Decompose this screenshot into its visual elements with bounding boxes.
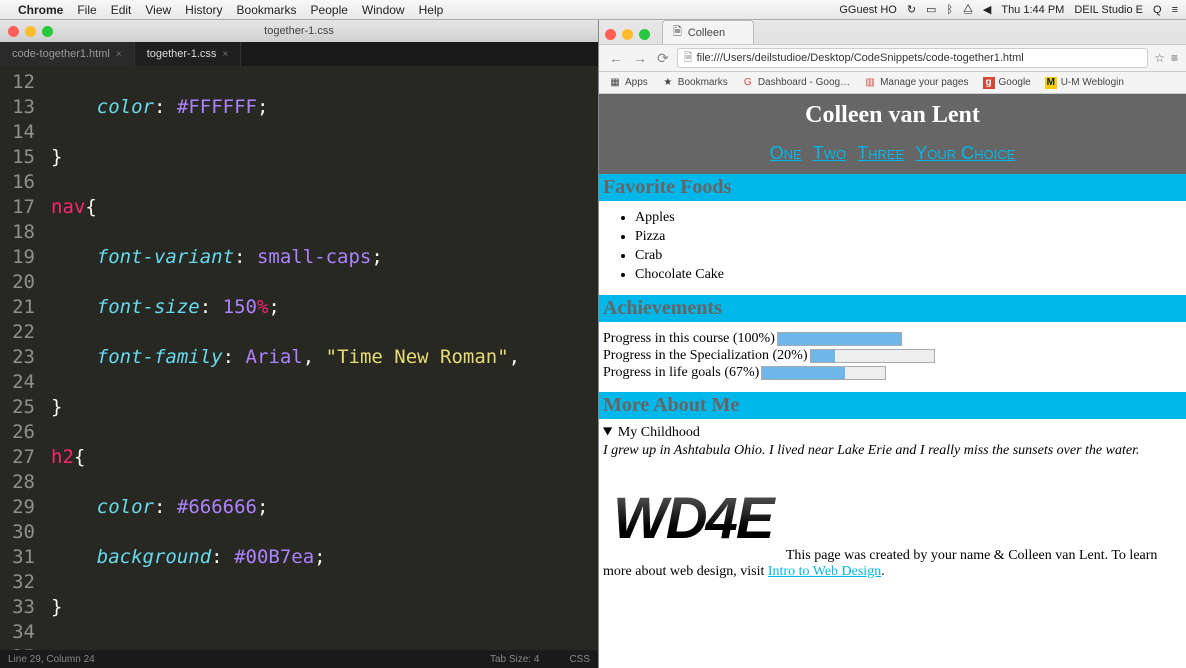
menu-file[interactable]: File — [77, 3, 96, 17]
sync-icon[interactable]: ↻ — [907, 3, 916, 16]
achievement-row: Progress in life goals (67%) — [603, 365, 1182, 381]
user-label[interactable]: DEIL Studio E — [1074, 4, 1143, 16]
status-net: GGuest HO — [839, 4, 896, 16]
browser-tabbar: 🗎 Colleen — [599, 20, 1186, 44]
details-summary[interactable]: My Childhood — [603, 425, 1182, 441]
details-childhood[interactable]: My Childhood I grew up in Ashtabula Ohio… — [603, 425, 1182, 459]
browser-toolbar: ← → ⟳ 🗎 file:///Users/deilstudioe/Deskto… — [599, 44, 1186, 72]
nav-link-choice[interactable]: Your Choice — [915, 143, 1015, 163]
code-area[interactable]: 1213141516171819202122232425262728293031… — [0, 66, 598, 650]
progress-bar — [777, 332, 902, 346]
menu-people[interactable]: People — [311, 3, 348, 17]
star-icon[interactable]: ☆ — [1154, 51, 1165, 65]
bluetooth-icon[interactable]: ᛒ — [946, 4, 953, 16]
editor-window: together-1.css code-together1.html × tog… — [0, 20, 598, 668]
footer-link[interactable]: Intro to Web Design — [768, 564, 881, 579]
code-lines[interactable]: color: #FFFFFF; } nav{ font-variant: sma… — [45, 66, 598, 650]
menu-extras-icon[interactable]: ≡ — [1172, 4, 1178, 16]
heading-foods: Favorite Foods — [599, 174, 1186, 201]
list-item: Apples — [635, 209, 1186, 228]
list-item: Crab — [635, 247, 1186, 266]
bookmark-manage[interactable]: ▥Manage your pages — [864, 77, 968, 89]
nav-link-two[interactable]: Two — [813, 143, 846, 163]
list-item: Pizza — [635, 228, 1186, 247]
bookmark-apps[interactable]: ▦Apps — [609, 77, 648, 89]
page-footer: WD4E This page was created by your name … — [599, 465, 1186, 588]
bookmark-dashboard[interactable]: GDashboard - Goog… — [742, 77, 850, 89]
menu-history[interactable]: History — [185, 3, 222, 17]
menu-app[interactable]: Chrome — [18, 3, 63, 17]
bookmark-weblogin[interactable]: MU-M Weblogin — [1045, 77, 1124, 89]
bookmark-bookmarks[interactable]: ★Bookmarks — [662, 77, 728, 89]
heading-more: More About Me — [599, 392, 1186, 419]
menu-edit[interactable]: Edit — [111, 3, 132, 17]
achievement-label: Progress in this course (100%) — [603, 331, 775, 347]
status-tabsize[interactable]: Tab Size: 4 — [490, 654, 539, 665]
status-lang[interactable]: CSS — [569, 654, 590, 665]
close-tab-icon[interactable]: × — [116, 49, 122, 60]
editor-tabs: code-together1.html × together-1.css × — [0, 42, 598, 66]
achievement-label: Progress in the Specialization (20%) — [603, 348, 808, 364]
page-title: Colleen van Lent — [599, 94, 1186, 137]
back-button[interactable]: ← — [607, 50, 625, 66]
url-text: file:///Users/deilstudioe/Desktop/CodeSn… — [697, 52, 1024, 64]
editor-titlebar: together-1.css — [0, 20, 598, 42]
bookmarks-bar: ▦Apps ★Bookmarks GDashboard - Goog… ▥Man… — [599, 72, 1186, 94]
close-tab-icon[interactable]: × — [222, 49, 228, 60]
menu-view[interactable]: View — [145, 3, 171, 17]
editor-statusbar: Line 29, Column 24 Tab Size: 4 CSS — [0, 650, 598, 668]
display-icon[interactable]: ▭ — [926, 3, 936, 16]
zoom-icon[interactable] — [42, 26, 53, 37]
page-nav: One Two Three Your Choice — [599, 137, 1186, 174]
reload-button[interactable]: ⟳ — [655, 50, 671, 67]
forward-button[interactable]: → — [631, 50, 649, 66]
status-cursor: Line 29, Column 24 — [8, 654, 95, 665]
nav-link-three[interactable]: Three — [857, 143, 904, 163]
browser-window: 🗎 Colleen ← → ⟳ 🗎 file:///Users/deilstud… — [598, 20, 1186, 668]
editor-tab-label: code-together1.html — [12, 48, 110, 60]
nav-link-one[interactable]: One — [770, 143, 802, 163]
progress-bar — [810, 349, 935, 363]
menu-window[interactable]: Window — [362, 3, 405, 17]
page-icon: 🗎 — [673, 23, 682, 42]
line-gutter: 1213141516171819202122232425262728293031… — [0, 66, 45, 650]
heading-achievements: Achievements — [599, 295, 1186, 322]
page-header: Colleen van Lent — [599, 94, 1186, 137]
rendered-page: Colleen van Lent One Two Three Your Choi… — [599, 94, 1186, 668]
list-item: Chocolate Cake — [635, 266, 1186, 285]
footer-text-end: . — [881, 564, 885, 579]
details-body: I grew up in Ashtabula Ohio. I lived nea… — [603, 443, 1182, 459]
file-icon: 🗎 — [684, 49, 693, 68]
browser-tab-title: Colleen — [688, 27, 725, 39]
editor-tab-label: together-1.css — [147, 48, 217, 60]
achievement-label: Progress in life goals (67%) — [603, 365, 759, 381]
editor-window-title: together-1.css — [264, 25, 334, 37]
close-icon[interactable] — [605, 29, 616, 40]
minimize-icon[interactable] — [25, 26, 36, 37]
wd4e-logo: WD4E — [603, 473, 783, 564]
editor-tab-html[interactable]: code-together1.html × — [0, 42, 135, 66]
menu-bookmarks[interactable]: Bookmarks — [237, 3, 297, 17]
spotlight-icon[interactable]: Q — [1153, 4, 1162, 16]
menu-help[interactable]: Help — [419, 3, 444, 17]
achievement-row: Progress in the Specialization (20%) — [603, 348, 1182, 364]
minimize-icon[interactable] — [622, 29, 633, 40]
progress-bar — [761, 366, 886, 380]
bookmark-google[interactable]: gGoogle — [983, 77, 1031, 89]
menu-icon[interactable]: ≡ — [1171, 51, 1178, 65]
url-bar[interactable]: 🗎 file:///Users/deilstudioe/Desktop/Code… — [677, 48, 1148, 68]
foods-list: Apples Pizza Crab Chocolate Cake — [599, 201, 1186, 295]
achievement-row: Progress in this course (100%) — [603, 331, 1182, 347]
browser-tab[interactable]: 🗎 Colleen — [662, 20, 754, 44]
editor-tab-css[interactable]: together-1.css × — [135, 42, 242, 66]
wifi-icon[interactable]: ⧋ — [963, 3, 973, 16]
close-icon[interactable] — [8, 26, 19, 37]
zoom-icon[interactable] — [639, 29, 650, 40]
volume-icon[interactable]: ◀ — [983, 3, 991, 16]
mac-menubar: Chrome File Edit View History Bookmarks … — [0, 0, 1186, 20]
clock[interactable]: Thu 1:44 PM — [1001, 4, 1064, 16]
